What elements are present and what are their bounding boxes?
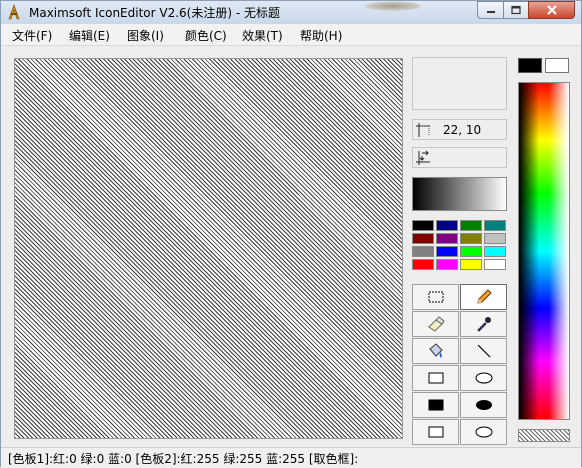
tool-ellipse-outline[interactable] [460,365,507,391]
palette-swatch[interactable] [484,259,506,270]
ellipse-outline-icon [475,372,492,384]
tool-ellipse[interactable] [460,419,507,445]
color-spectrum[interactable] [518,82,570,420]
palette-swatch[interactable] [412,259,434,270]
tool-rectangle-filled[interactable] [412,392,459,418]
palette-swatch[interactable] [484,220,506,231]
palette-swatch[interactable] [412,246,434,257]
app-window: Maximsoft IconEditor V2.6(未注册) - 无标题 文件(… [0,0,582,468]
palette-swatch[interactable] [436,220,458,231]
menu-bar: 文件(F) 编辑(E) 图象(I) 颜色(C) 效果(T) 帮助(H) [1,24,581,46]
tool-eraser[interactable] [412,311,459,337]
select-rect-icon [428,291,443,303]
tool-ellipse-filled[interactable] [460,392,507,418]
palette-swatch[interactable] [436,246,458,257]
tool-palette [412,284,508,446]
minimize-button[interactable] [477,1,504,19]
close-button[interactable] [528,1,575,19]
maximize-button[interactable] [503,1,529,19]
iconeditor-logo-icon[interactable] [6,4,22,20]
primary-color-swatch[interactable] [518,58,542,73]
window-title: Maximsoft IconEditor V2.6(未注册) - 无标题 [29,6,280,20]
palette-swatch[interactable] [484,233,506,244]
ellipse-icon [475,426,492,438]
palette-swatch[interactable] [460,220,482,231]
palette-swatch[interactable] [460,259,482,270]
tool-pencil[interactable] [460,284,507,310]
palette-swatch[interactable] [412,233,434,244]
rectangle-outline-icon [428,372,443,384]
grayscale-gradient-bar[interactable] [412,177,507,211]
title-bar[interactable]: Maximsoft IconEditor V2.6(未注册) - 无标题 [1,1,581,24]
palette-swatch[interactable] [460,246,482,257]
palette-swatch[interactable] [412,220,434,231]
line-icon [477,344,490,358]
menu-image[interactable]: 图象(I) [127,27,164,44]
status-bar: [色板1]:红:0 绿:0 蓝:0 [色板2]:红:255 绿:255 蓝:25… [1,447,581,468]
selection-size-row [412,147,507,168]
close-icon [546,5,557,15]
minimize-icon [486,11,495,13]
transparent-color-swatch[interactable] [518,429,570,442]
status-text: [色板1]:红:0 绿:0 蓝:0 [色板2]:红:255 绿:255 蓝:25… [8,452,359,466]
menu-color[interactable]: 颜色(C) [185,27,227,44]
rectangle-filled-icon [428,399,443,411]
palette-swatch[interactable] [436,233,458,244]
menu-help[interactable]: 帮助(H) [300,27,342,44]
menu-file[interactable]: 文件(F) [12,27,52,44]
color-palette [412,220,508,272]
cursor-coords: 22, 10 [443,123,482,137]
menu-effect[interactable]: 效果(T) [242,27,283,44]
selection-size-icon [416,150,430,165]
icon-preview [412,57,507,110]
tool-line[interactable] [460,338,507,364]
eyedropper-icon [476,317,491,332]
crosshair-position-icon [416,123,430,137]
pencil-icon [476,289,492,304]
eraser-icon [427,316,445,332]
rounded-rectangle-icon [428,426,443,438]
menu-edit[interactable]: 编辑(E) [69,27,110,44]
palette-swatch[interactable] [436,259,458,270]
icon-canvas[interactable] [14,58,403,439]
tool-rectangle-outline[interactable] [412,365,459,391]
maximize-icon [511,5,521,15]
ellipse-filled-icon [475,400,492,410]
paint-bucket-icon [428,343,443,358]
tool-rounded-rectangle[interactable] [412,419,459,445]
palette-swatch[interactable] [484,246,506,257]
tool-eyedropper[interactable] [460,311,507,337]
palette-swatch[interactable] [460,233,482,244]
tool-paint-bucket[interactable] [412,338,459,364]
tool-select-rect[interactable] [412,284,459,310]
title-decoration [363,1,423,11]
secondary-color-swatch[interactable] [545,58,569,73]
cursor-position-row: 22, 10 [412,119,507,140]
